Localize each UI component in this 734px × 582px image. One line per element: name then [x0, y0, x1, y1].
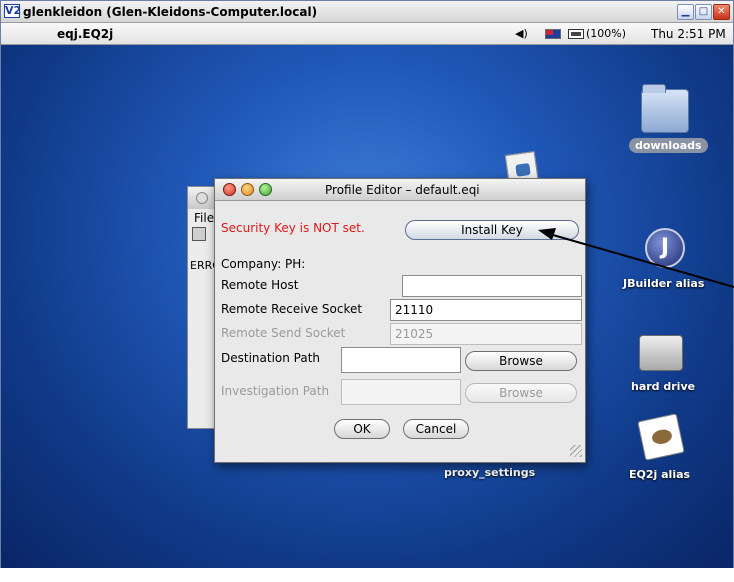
- dialog-titlebar[interactable]: Profile Editor – default.eqi: [215, 179, 585, 201]
- proxy-settings-label[interactable]: proxy_settings: [444, 466, 535, 479]
- remote-host-label: Remote Host: [221, 278, 299, 292]
- remote-send-socket-input: [390, 323, 582, 345]
- input-flag-icon[interactable]: [545, 29, 561, 39]
- vnc-logo-icon: V2: [4, 4, 22, 18]
- remote-send-socket-label: Remote Send Socket: [221, 326, 346, 340]
- remote-host-input[interactable]: [402, 275, 582, 297]
- investigation-path-label: Investigation Path: [221, 384, 330, 398]
- hard-drive-icon[interactable]: [639, 335, 683, 371]
- window-title: glenkleidon (Glen-Kleidons-Computer.loca…: [23, 5, 318, 19]
- hard-drive-label[interactable]: hard drive: [631, 380, 695, 393]
- background-file-menu[interactable]: File: [194, 211, 214, 225]
- background-toolbar-icon[interactable]: [192, 227, 206, 241]
- destination-path-input[interactable]: [341, 347, 461, 373]
- remote-receive-socket-label: Remote Receive Socket: [221, 302, 363, 316]
- vnc-titlebar[interactable]: V2 glenkleidon (Glen-Kleidons-Computer.l…: [1, 1, 733, 23]
- battery-icon[interactable]: [568, 29, 584, 39]
- background-window-close-icon[interactable]: [196, 192, 208, 204]
- close-button[interactable]: ✕: [713, 4, 730, 20]
- jbuilder-alias-icon[interactable]: J: [645, 228, 685, 268]
- downloads-label[interactable]: downloads: [629, 138, 708, 153]
- investigation-path-input: [341, 379, 461, 405]
- profile-editor-dialog: Profile Editor – default.eqi Security Ke…: [214, 178, 586, 463]
- jbuilder-alias-label[interactable]: JBuilder alias: [623, 277, 704, 290]
- ok-button[interactable]: OK: [334, 419, 390, 439]
- ph-label: PH:: [285, 257, 306, 271]
- menubar-clock[interactable]: Thu 2:51 PM: [651, 27, 726, 41]
- remote-receive-socket-input[interactable]: [390, 299, 582, 321]
- dialog-title: Profile Editor – default.eqi: [325, 183, 480, 197]
- battery-percent: (100%): [586, 27, 627, 40]
- resize-grip-icon[interactable]: [570, 445, 582, 457]
- mac-menubar: eqj.EQ2j ◀) (100%) Thu 2:51 PM: [1, 23, 733, 45]
- cancel-button[interactable]: Cancel: [403, 419, 469, 439]
- company-label: Company:: [221, 257, 282, 271]
- eq2j-alias-label[interactable]: EQ2j alias: [629, 468, 690, 481]
- destination-browse-button[interactable]: Browse: [465, 351, 577, 371]
- volume-icon[interactable]: ◀): [515, 27, 528, 40]
- eq2j-alias-icon[interactable]: [637, 413, 685, 461]
- investigation-browse-button: Browse: [465, 383, 577, 403]
- desktop: downloads J JBuilder alias hard drive EQ…: [1, 45, 733, 568]
- dialog-close-icon[interactable]: [223, 183, 236, 196]
- dialog-minimize-icon[interactable]: [241, 183, 254, 196]
- vnc-window: V2 glenkleidon (Glen-Kleidons-Computer.l…: [0, 0, 734, 568]
- destination-path-label: Destination Path: [221, 351, 321, 365]
- app-menu-name[interactable]: eqj.EQ2j: [57, 27, 113, 41]
- install-key-button[interactable]: Install Key: [405, 220, 579, 240]
- downloads-folder-icon[interactable]: [641, 84, 689, 133]
- maximize-button[interactable]: □: [695, 4, 712, 20]
- security-key-status: Security Key is NOT set.: [221, 221, 365, 235]
- dialog-zoom-icon[interactable]: [259, 183, 272, 196]
- minimize-button[interactable]: ▁: [677, 4, 694, 20]
